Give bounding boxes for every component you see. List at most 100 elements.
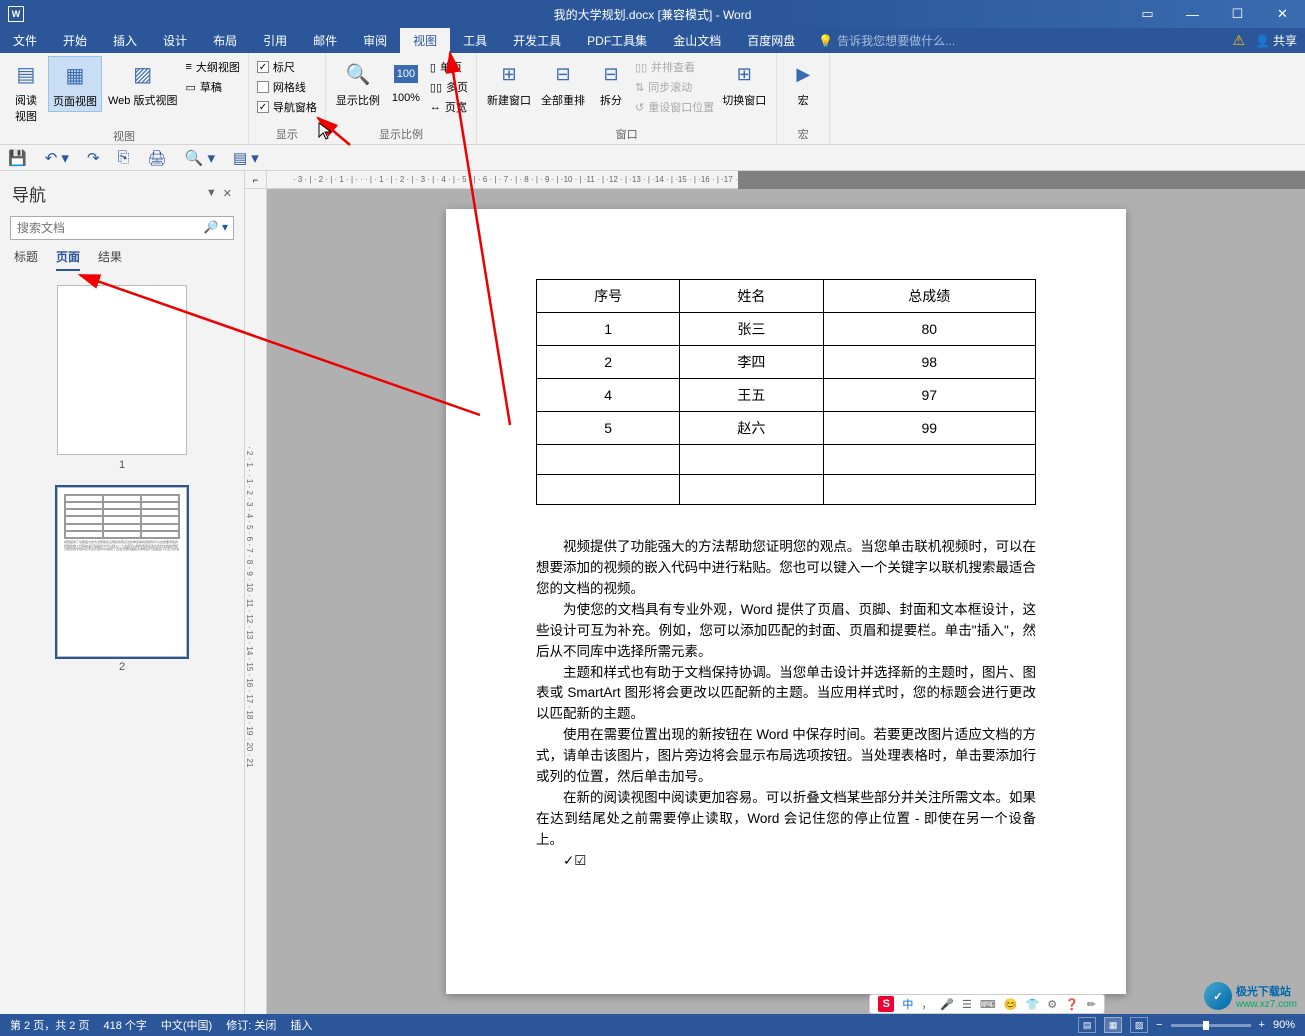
- document-page[interactable]: 序号姓名总成绩 1张三80 2李四98 4王五97 5赵六99 视频提供了功能强…: [446, 209, 1126, 994]
- table-cell[interactable]: 2: [537, 346, 680, 379]
- status-words[interactable]: 418 个字: [103, 1017, 146, 1033]
- page-width-button[interactable]: ↔页宽: [428, 98, 470, 116]
- table-cell[interactable]: 99: [823, 412, 1035, 445]
- menu-home[interactable]: 开始: [50, 28, 100, 53]
- table-cell[interactable]: 赵六: [680, 412, 823, 445]
- share-button[interactable]: 👤 共享: [1255, 32, 1297, 49]
- redo-button[interactable]: ↷: [87, 149, 100, 167]
- ruler-checkbox[interactable]: ✓标尺: [255, 58, 319, 76]
- table-cell[interactable]: 5: [537, 412, 680, 445]
- search-icon[interactable]: 🔎 ▾: [204, 220, 228, 234]
- table-cell[interactable]: [680, 475, 823, 505]
- table-cell[interactable]: 王五: [680, 379, 823, 412]
- ime-mode[interactable]: 中: [902, 996, 913, 1012]
- minimize-button[interactable]: —: [1170, 0, 1215, 28]
- qat-button-7[interactable]: ▤ ▾: [233, 149, 259, 167]
- save-button[interactable]: 💾: [8, 149, 27, 167]
- zoom-100-button[interactable]: 100 100%: [386, 56, 426, 106]
- zoom-level[interactable]: 90%: [1273, 1019, 1295, 1031]
- warning-icon[interactable]: ⚠: [1232, 32, 1245, 49]
- zoom-in-button[interactable]: +: [1259, 1019, 1265, 1031]
- menu-design[interactable]: 设计: [150, 28, 200, 53]
- qat-button-5[interactable]: 🖨: [148, 149, 167, 167]
- thumbnail-page-2[interactable]: 视频提供了功能强大的方法帮助您证明您的观点当您单击联机视频时可以在想要添加的视频…: [14, 487, 230, 673]
- table-cell[interactable]: 张三: [680, 313, 823, 346]
- menu-insert[interactable]: 插入: [100, 28, 150, 53]
- view-read-button[interactable]: ▤: [1078, 1017, 1096, 1033]
- ime-mic-icon[interactable]: 🎤: [940, 998, 954, 1011]
- ribbon-display-options-icon[interactable]: ▭: [1125, 0, 1170, 28]
- ime-emoji-icon[interactable]: 😊: [1004, 998, 1018, 1011]
- table-header[interactable]: 姓名: [680, 280, 823, 313]
- tell-me-search[interactable]: 💡 告诉我您想要做什么...: [818, 32, 955, 49]
- outline-view-button[interactable]: ≡大纲视图: [183, 58, 241, 76]
- table-cell[interactable]: 李四: [680, 346, 823, 379]
- menu-references[interactable]: 引用: [250, 28, 300, 53]
- menu-file[interactable]: 文件: [0, 28, 50, 53]
- thumbnail-page-1[interactable]: 1: [14, 285, 230, 471]
- read-mode-button[interactable]: ▤ 阅读 视图: [6, 56, 46, 126]
- table-cell[interactable]: 4: [537, 379, 680, 412]
- menu-devtools[interactable]: 开发工具: [500, 28, 574, 53]
- zoom-button[interactable]: 🔍 显示比例: [332, 56, 384, 110]
- status-insert-mode[interactable]: 插入: [290, 1017, 312, 1033]
- print-layout-button[interactable]: ▦ 页面视图: [48, 56, 102, 112]
- gridlines-checkbox[interactable]: 网格线: [255, 78, 319, 96]
- vertical-ruler[interactable]: · 2 · 1 · · 1 · 2 · 3 · 4 · 5 · 6 · 7 · …: [245, 189, 267, 1014]
- zoom-out-button[interactable]: −: [1156, 1019, 1162, 1031]
- menu-review[interactable]: 审阅: [350, 28, 400, 53]
- navpane-checkbox[interactable]: ✓导航窗格: [255, 98, 319, 116]
- close-button[interactable]: ✕: [1260, 0, 1305, 28]
- navpane-dropdown-icon[interactable]: ▼: [206, 187, 217, 200]
- status-page[interactable]: 第 2 页，共 2 页: [10, 1017, 89, 1033]
- undo-button[interactable]: ↶ ▾: [45, 149, 69, 167]
- horizontal-ruler[interactable]: · 3 · | · 2 · | · 1 · | · · · | · 1 · | …: [267, 171, 738, 189]
- paragraph[interactable]: 视频提供了功能强大的方法帮助您证明您的观点。当您单击联机视频时，可以在想要添加的…: [536, 537, 1036, 600]
- paragraph[interactable]: 主题和样式也有助于文档保持协调。当您单击设计并选择新的主题时，图片、图表或 Sm…: [536, 663, 1036, 726]
- arrange-all-button[interactable]: ⊟ 全部重排: [537, 56, 589, 110]
- menu-view[interactable]: 视图: [400, 28, 450, 53]
- new-window-button[interactable]: ⊞ 新建窗口: [483, 56, 535, 110]
- menu-baidu[interactable]: 百度网盘: [734, 28, 808, 53]
- switch-windows-button[interactable]: ⊞ 切换窗口: [718, 56, 770, 110]
- menu-pdftools[interactable]: PDF工具集: [574, 28, 660, 53]
- table-cell[interactable]: 1: [537, 313, 680, 346]
- split-button[interactable]: ⊟ 拆分: [591, 56, 631, 110]
- table-cell[interactable]: 98: [823, 346, 1035, 379]
- ime-settings-icon[interactable]: ⚙: [1047, 998, 1057, 1011]
- qat-button-4[interactable]: ⎘: [118, 149, 130, 166]
- ime-skin-icon[interactable]: 👕: [1026, 998, 1040, 1011]
- document-table[interactable]: 序号姓名总成绩 1张三80 2李四98 4王五97 5赵六99: [536, 279, 1036, 505]
- paragraph[interactable]: 使用在需要位置出现的新按钮在 Word 中保存时间。若要更改图片适应文档的方式，…: [536, 725, 1036, 788]
- paragraph[interactable]: 在新的阅读视图中阅读更加容易。可以折叠文档某些部分并关注所需文本。如果在达到结尾…: [536, 788, 1036, 851]
- status-track-changes[interactable]: 修订: 关闭: [226, 1017, 276, 1033]
- menu-tools[interactable]: 工具: [450, 28, 500, 53]
- table-cell[interactable]: 97: [823, 379, 1035, 412]
- checkbox-line[interactable]: ✓☑: [536, 851, 1036, 872]
- navtab-pages[interactable]: 页面: [56, 248, 80, 271]
- macros-button[interactable]: ▶ 宏: [783, 56, 823, 110]
- navtab-results[interactable]: 结果: [98, 248, 122, 271]
- view-print-button[interactable]: ▦: [1104, 1017, 1122, 1033]
- ime-edit-icon[interactable]: ✏: [1087, 998, 1096, 1011]
- ime-help-icon[interactable]: ❓: [1065, 998, 1079, 1011]
- ime-punct-icon[interactable]: ，: [921, 996, 932, 1012]
- navtab-headings[interactable]: 标题: [14, 248, 38, 271]
- ime-keyboard-icon[interactable]: ⌨: [980, 998, 996, 1011]
- table-cell[interactable]: [823, 475, 1035, 505]
- table-cell[interactable]: [680, 445, 823, 475]
- table-header[interactable]: 序号: [537, 280, 680, 313]
- zoom-slider[interactable]: [1171, 1024, 1251, 1027]
- table-cell[interactable]: [823, 445, 1035, 475]
- menu-layout[interactable]: 布局: [200, 28, 250, 53]
- navpane-close-icon[interactable]: ✕: [223, 187, 232, 200]
- ime-menu-icon[interactable]: ☰: [962, 998, 972, 1011]
- table-cell[interactable]: [537, 445, 680, 475]
- table-cell[interactable]: [537, 475, 680, 505]
- qat-button-6[interactable]: 🔍 ▾: [185, 149, 215, 167]
- one-page-button[interactable]: ▯单页: [428, 58, 470, 76]
- document-scroll[interactable]: 序号姓名总成绩 1张三80 2李四98 4王五97 5赵六99 视频提供了功能强…: [267, 189, 1305, 1014]
- status-language[interactable]: 中文(中国): [161, 1017, 212, 1033]
- table-cell[interactable]: 80: [823, 313, 1035, 346]
- paragraph[interactable]: 为使您的文档具有专业外观，Word 提供了页眉、页脚、封面和文本框设计，这些设计…: [536, 600, 1036, 663]
